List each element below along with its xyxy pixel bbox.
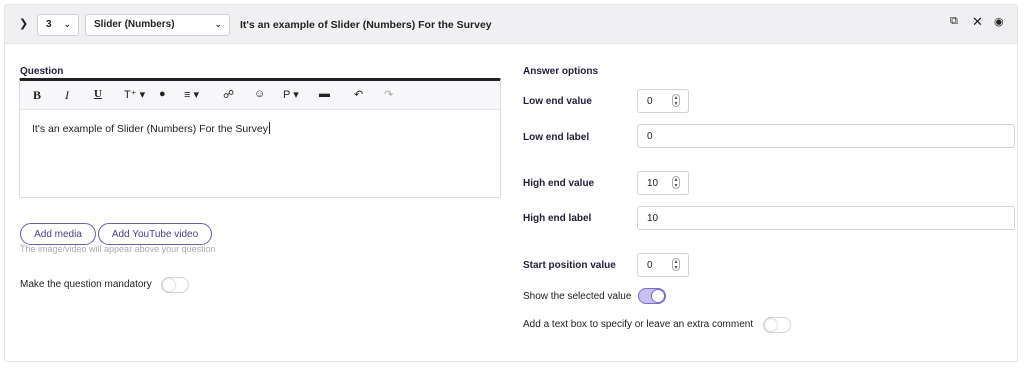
low-end-label-value: 0 — [647, 131, 653, 142]
extra-comment-toggle[interactable] — [763, 317, 791, 333]
show-selected-label: Show the selected value — [523, 291, 632, 302]
align-button[interactable]: ≡ ▾ — [184, 88, 199, 101]
chevron-down-icon: ⌄ — [214, 19, 222, 29]
close-icon[interactable]: ✕ — [972, 14, 983, 30]
low-end-value: 0 — [647, 96, 653, 107]
chevron-right-icon[interactable]: ❯ — [19, 17, 28, 30]
editor-toolbar: B I U T⁺ ▾ ● ≡ ▾ ☍ ☺ P ▾ ▬ ↶ ↷ — [20, 81, 500, 110]
high-end-label-label: High end label — [523, 213, 592, 224]
low-end-value-label: Low end value — [523, 96, 592, 107]
link-icon[interactable]: ☍ — [223, 88, 234, 101]
low-end-label-input[interactable]: 0 — [637, 124, 1015, 148]
question-text: It's an example of Slider (Numbers) For … — [32, 123, 269, 135]
show-selected-toggle[interactable] — [638, 288, 666, 304]
stepper-icon[interactable]: ▴ ▾ — [672, 176, 680, 189]
toggle-knob — [652, 290, 664, 302]
high-end-value-input[interactable]: 10 ▴ ▾ — [637, 171, 689, 195]
question-card: ❯ 3 ⌄ Slider (Numbers) ⌄ It's an example… — [4, 4, 1018, 362]
low-end-value-input[interactable]: 0 ▴ ▾ — [637, 89, 689, 113]
italic-button[interactable]: I — [65, 88, 69, 103]
start-position-input[interactable]: 0 ▴ ▾ — [637, 253, 689, 277]
start-position-value: 0 — [647, 260, 653, 271]
media-hint: The image/video will appear above your q… — [20, 244, 216, 254]
clear-format-icon[interactable]: ▬ — [319, 88, 330, 100]
mandatory-label: Make the question mandatory — [20, 279, 152, 290]
high-end-label-input[interactable]: 10 — [637, 206, 1015, 230]
question-header: ❯ 3 ⌄ Slider (Numbers) ⌄ It's an example… — [5, 5, 1017, 44]
stepper-icon[interactable]: ▴ ▾ — [672, 94, 680, 107]
start-position-label: Start position value — [523, 260, 616, 271]
question-number-select[interactable]: 3 ⌄ — [37, 14, 79, 36]
question-number-value: 3 — [46, 19, 52, 30]
emoji-icon[interactable]: ☺ — [254, 88, 265, 100]
toggle-knob — [765, 319, 777, 331]
mandatory-toggle[interactable] — [161, 277, 189, 293]
chevron-down-icon: ⌄ — [63, 19, 71, 29]
question-type-value: Slider (Numbers) — [94, 19, 175, 30]
stepper-icon[interactable]: ▴ ▾ — [672, 258, 680, 271]
extra-comment-label: Add a text box to specify or leave an ex… — [523, 319, 754, 330]
low-end-label-label: Low end label — [523, 132, 590, 143]
question-label: Question — [20, 66, 64, 77]
question-editor: B I U T⁺ ▾ ● ≡ ▾ ☍ ☺ P ▾ ▬ ↶ ↷ It's an e… — [19, 78, 501, 198]
eye-icon[interactable]: ◉ — [994, 15, 1004, 28]
high-end-value: 10 — [647, 178, 659, 189]
underline-button[interactable]: U — [94, 88, 102, 100]
duplicate-icon[interactable]: ⧉ — [950, 15, 958, 28]
high-end-value-label: High end value — [523, 178, 595, 189]
paragraph-button[interactable]: P ▾ — [283, 88, 299, 101]
color-icon[interactable]: ● — [159, 88, 166, 100]
text-cursor — [269, 122, 271, 134]
answer-options-label: Answer options — [523, 66, 599, 77]
high-end-label-value: 10 — [647, 213, 659, 224]
add-youtube-video-button[interactable]: Add YouTube video — [98, 223, 212, 245]
bold-button[interactable]: B — [33, 88, 41, 103]
undo-icon[interactable]: ↶ — [354, 88, 363, 101]
editor-content[interactable]: It's an example of Slider (Numbers) For … — [20, 110, 500, 147]
redo-icon[interactable]: ↷ — [384, 88, 393, 101]
font-size-button[interactable]: T⁺ ▾ — [124, 88, 145, 101]
question-type-select[interactable]: Slider (Numbers) ⌄ — [85, 14, 230, 36]
question-title: It's an example of Slider (Numbers) For … — [240, 19, 492, 31]
toggle-knob — [163, 279, 175, 291]
add-media-button[interactable]: Add media — [20, 223, 96, 245]
